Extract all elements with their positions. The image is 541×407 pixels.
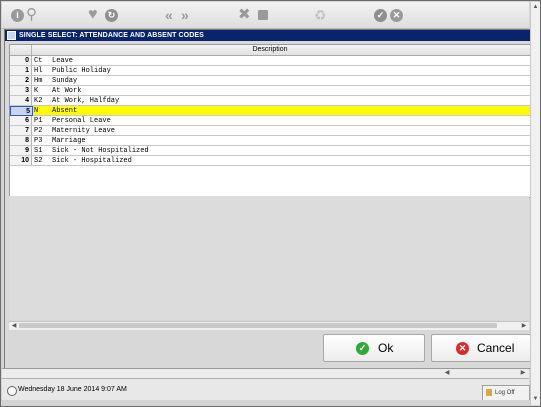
grid-empty-area xyxy=(9,196,529,320)
row-code: Hm xyxy=(34,77,43,85)
status-datetime: Wednesday 18 June 2014 9:07 AM xyxy=(18,386,127,393)
grid-header-corner xyxy=(10,45,32,55)
next-icon[interactable]: » xyxy=(181,5,189,25)
cancel-label: Cancel xyxy=(477,341,515,355)
row-number: 6 xyxy=(10,116,32,125)
row-description: Marriage xyxy=(52,137,86,145)
accept-icon[interactable]: ✓ xyxy=(374,9,387,22)
row-number: 1 xyxy=(10,66,32,75)
row-code: P1 xyxy=(34,117,43,125)
table-row[interactable]: 0 Ct Leave xyxy=(10,56,530,66)
application-window: i ⚲ ♥ ↻ « » ✖ ♻ ✓ ✕ SINGLE SELECT: ATTEN… xyxy=(0,0,541,407)
vertical-scrollbar[interactable]: ▲ ▼ xyxy=(530,2,540,405)
table-row[interactable]: 10 S2 Sick - Hospitalized xyxy=(10,156,530,166)
toolbar: i ⚲ ♥ ↻ « » ✖ ♻ ✓ ✕ xyxy=(2,2,529,29)
table-row[interactable]: 8 P3 Marriage xyxy=(10,136,530,146)
logoff-button[interactable]: Log Off xyxy=(482,385,530,400)
row-code: K xyxy=(34,87,39,95)
recycle-icon[interactable]: ♻ xyxy=(314,5,327,25)
grid-header: Description xyxy=(10,45,530,56)
tools-icon[interactable]: ✖ xyxy=(238,5,251,25)
table-row[interactable]: 6 P1 Personal Leave xyxy=(10,116,530,126)
row-code: Hl xyxy=(34,67,43,75)
row-number: 8 xyxy=(10,136,32,145)
scroll-left-icon[interactable]: ◀ xyxy=(10,322,18,330)
info-icon[interactable]: i xyxy=(11,9,24,22)
row-description: Sunday xyxy=(52,77,78,85)
row-code: S2 xyxy=(34,157,43,165)
codes-grid: Description 0 Ct Leave 1 Hl Public Holiday 2 Hm… xyxy=(9,44,531,198)
dialog-window-icon xyxy=(7,31,16,40)
lower-scroll-left-icon[interactable]: ◀ xyxy=(443,369,451,377)
table-row[interactable]: 4 K2 At Work, Halfday xyxy=(10,96,530,106)
row-description: Leave xyxy=(52,57,74,65)
previous-icon[interactable]: « xyxy=(165,5,173,25)
search-icon[interactable]: ⚲ xyxy=(26,5,37,25)
row-description: Sick - Hospitalized xyxy=(52,157,132,165)
row-description: At Work, Halfday xyxy=(52,97,120,105)
history-icon[interactable]: ↻ xyxy=(105,9,118,22)
scrollbar-thumb[interactable] xyxy=(19,323,497,328)
table-row[interactable]: 2 Hm Sunday xyxy=(10,76,530,86)
lower-scrollbar[interactable]: ◀ ▶ xyxy=(2,368,529,378)
dialog-titlebar: SINGLE SELECT: ATTENDANCE AND ABSENT COD… xyxy=(5,30,531,41)
row-code: P3 xyxy=(34,137,43,145)
row-code: K2 xyxy=(34,97,43,105)
ok-label: Ok xyxy=(378,341,394,355)
logoff-label: Log Off xyxy=(495,390,515,396)
row-description: Sick - Not Hospitalized xyxy=(52,147,149,155)
row-number: 3 xyxy=(10,86,32,95)
table-row[interactable]: 3 K At Work xyxy=(10,86,530,96)
table-row[interactable]: 5 N Absent xyxy=(10,106,530,116)
row-code: Ct xyxy=(34,57,43,65)
lock-icon xyxy=(486,388,492,396)
stop-icon[interactable] xyxy=(258,10,268,20)
table-row[interactable]: 7 P2 Maternity Leave xyxy=(10,126,530,136)
row-description: Public Holiday xyxy=(52,67,111,75)
row-description: Absent xyxy=(52,107,78,115)
row-number: 2 xyxy=(10,76,32,85)
row-code: N xyxy=(34,107,39,115)
favorite-icon[interactable]: ♥ xyxy=(88,5,98,25)
ok-check-icon: ✓ xyxy=(356,342,369,355)
scroll-down-icon[interactable]: ▼ xyxy=(531,395,540,404)
row-number: 9 xyxy=(10,146,32,155)
scroll-up-icon[interactable]: ▲ xyxy=(531,3,540,12)
row-number: 10 xyxy=(10,156,32,165)
lower-scroll-right-icon[interactable]: ▶ xyxy=(519,369,527,377)
row-number: 0 xyxy=(10,56,32,65)
cancel-button[interactable]: ✕ Cancel xyxy=(431,334,533,362)
table-row[interactable]: 9 S1 Sick - Not Hospitalized xyxy=(10,146,530,156)
cancel-icon[interactable]: ✕ xyxy=(390,9,403,22)
status-bar: Wednesday 18 June 2014 9:07 AM Log Off xyxy=(2,378,530,400)
ok-button[interactable]: ✓ Ok xyxy=(323,334,425,362)
row-description: Maternity Leave xyxy=(52,127,116,135)
scroll-right-icon[interactable]: ▶ xyxy=(520,322,528,330)
clock-icon xyxy=(7,386,17,396)
row-code: S1 xyxy=(34,147,43,155)
row-description: Personal Leave xyxy=(52,117,111,125)
column-header-description[interactable]: Description xyxy=(252,46,287,53)
table-row[interactable]: 1 Hl Public Holiday xyxy=(10,66,530,76)
row-number: 4 xyxy=(10,96,32,105)
single-select-dialog: SINGLE SELECT: ATTENDANCE AND ABSENT COD… xyxy=(4,29,533,369)
horizontal-scrollbar[interactable]: ◀ ▶ xyxy=(9,321,529,330)
dialog-title: SINGLE SELECT: ATTENDANCE AND ABSENT COD… xyxy=(19,32,204,39)
row-code: P2 xyxy=(34,127,43,135)
cancel-x-icon: ✕ xyxy=(456,342,469,355)
row-description: At Work xyxy=(52,87,82,95)
row-number: 7 xyxy=(10,126,32,135)
row-number: 5 xyxy=(10,106,33,116)
